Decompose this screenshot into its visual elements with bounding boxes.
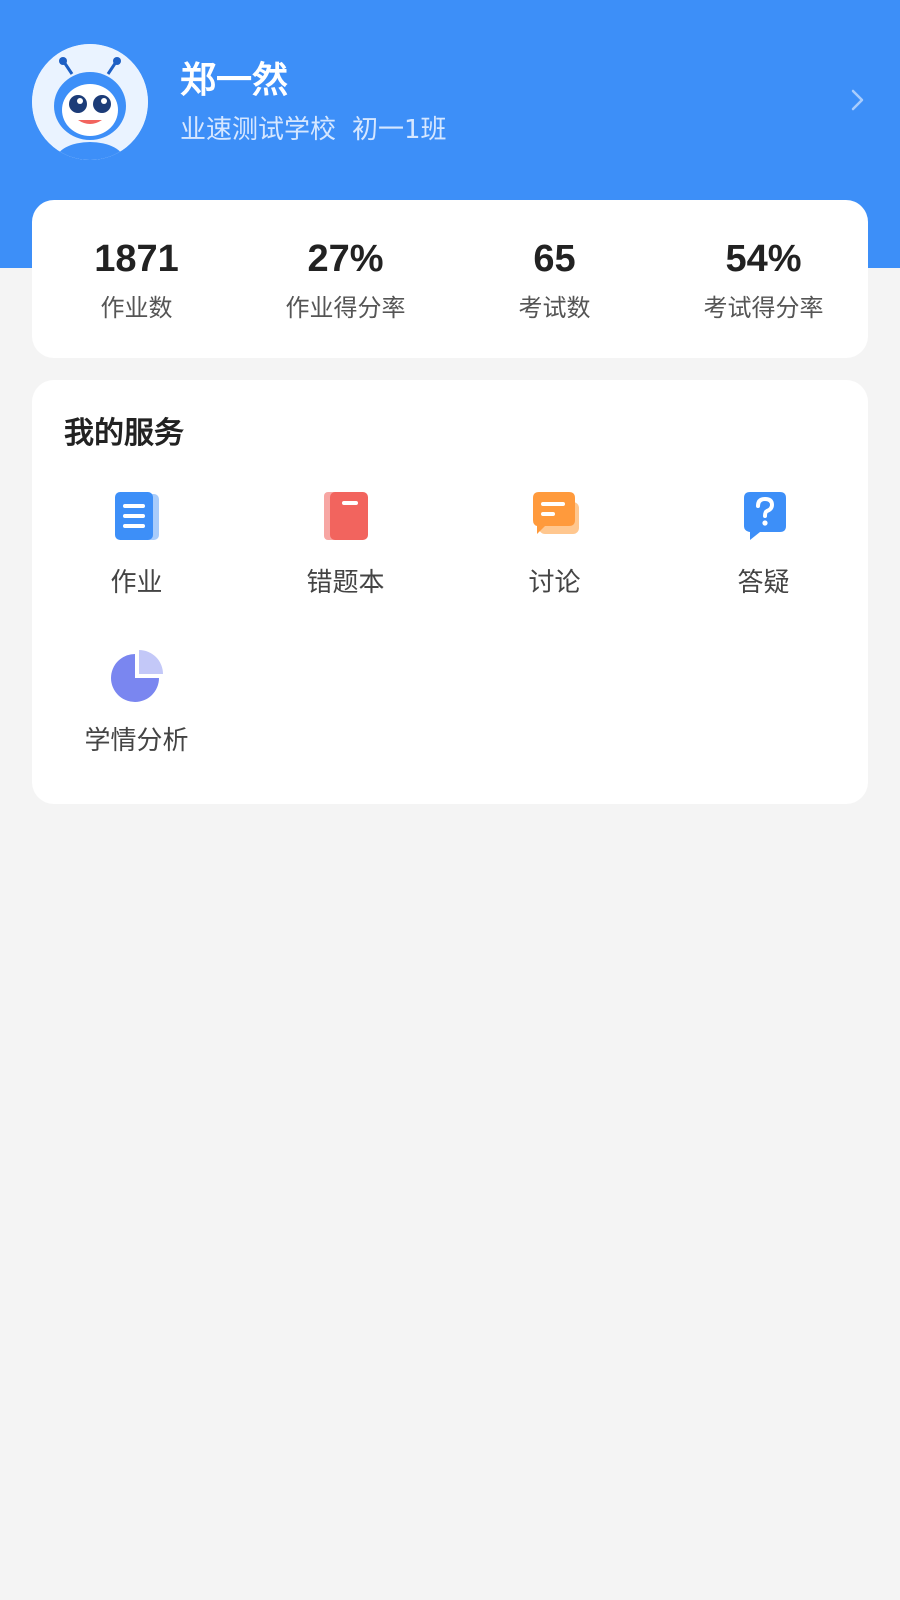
stat-label: 作业得分率 xyxy=(285,294,406,322)
stat-label: 考试得分率 xyxy=(703,294,824,322)
stat-value: 54% xyxy=(725,238,802,280)
stat-homework-count[interactable]: 1871 作业数 xyxy=(32,200,241,358)
user-class: 初一1班 xyxy=(352,115,447,145)
stat-value: 65 xyxy=(533,238,576,280)
avatar[interactable] xyxy=(32,44,148,160)
question-answer-icon xyxy=(736,488,792,544)
stat-value: 1871 xyxy=(94,238,179,280)
stat-label: 作业数 xyxy=(100,294,173,322)
robot-mascot-avatar-icon xyxy=(32,44,148,160)
service-label: 作业 xyxy=(110,568,163,598)
service-qa[interactable]: 答疑 xyxy=(659,488,868,638)
homework-document-icon xyxy=(109,488,165,544)
analysis-pie-chart-icon xyxy=(109,646,165,702)
service-homework[interactable]: 作业 xyxy=(32,488,241,638)
user-name: 郑一然 xyxy=(180,60,289,101)
stat-exam-score-rate[interactable]: 54% 考试得分率 xyxy=(659,200,868,358)
mistake-book-icon xyxy=(318,488,374,544)
stat-value: 27% xyxy=(307,238,384,280)
service-label: 学情分析 xyxy=(84,726,189,756)
discussion-chat-icon xyxy=(527,488,583,544)
service-label: 错题本 xyxy=(306,568,385,598)
services-card: 我的服务 作业 错题本 讨论 答疑 学情分析 xyxy=(32,380,868,804)
service-mistake-book[interactable]: 错题本 xyxy=(241,488,450,638)
service-label: 讨论 xyxy=(528,568,581,598)
chevron-right-icon[interactable] xyxy=(846,88,870,112)
services-title: 我的服务 xyxy=(64,416,184,451)
user-school-class: 业速测试学校 初一1班 xyxy=(180,112,447,148)
service-discussion[interactable]: 讨论 xyxy=(450,488,659,638)
service-learning-analysis[interactable]: 学情分析 xyxy=(32,646,241,796)
stat-homework-score-rate[interactable]: 27% 作业得分率 xyxy=(241,200,450,358)
service-label: 答疑 xyxy=(737,568,790,598)
stat-exam-count[interactable]: 65 考试数 xyxy=(450,200,659,358)
stat-label: 考试数 xyxy=(518,294,591,322)
user-school: 业速测试学校 xyxy=(180,115,337,145)
stats-card: 1871 作业数 27% 作业得分率 65 考试数 54% 考试得分率 xyxy=(32,200,868,358)
